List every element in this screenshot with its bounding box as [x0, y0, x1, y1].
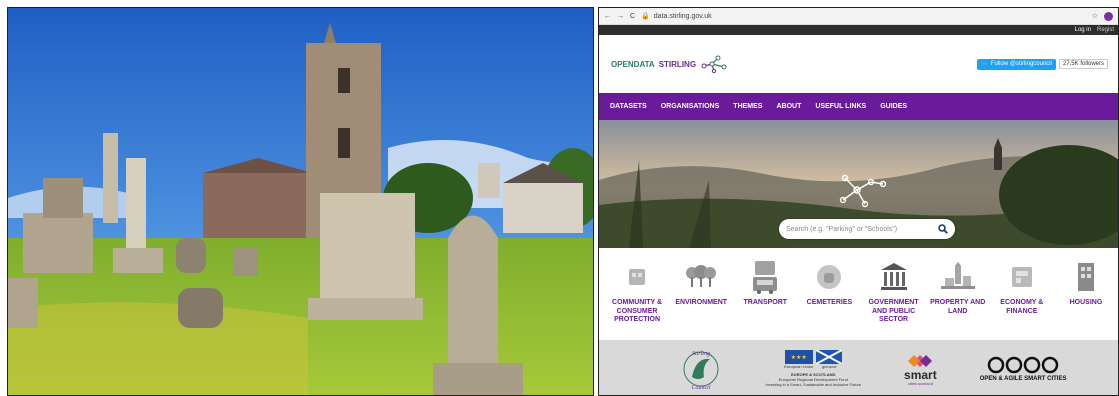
theme-label: GOVERNMENT AND PUBLIC SECTOR: [868, 299, 919, 323]
smart-label: smart: [904, 367, 937, 382]
browser-toolbar: ← → C 🔒 data.stirling.gov.uk ☆: [599, 8, 1118, 25]
theme-label: CEMETERIES: [806, 299, 853, 306]
main-nav: DATASETS ORGANISATIONS THEMES ABOUT USEF…: [599, 93, 1118, 120]
churchyard-photo: [7, 7, 594, 396]
theme-community[interactable]: COMMUNITY & CONSUMER PROTECTION: [605, 257, 669, 325]
forward-icon[interactable]: →: [617, 13, 624, 20]
smart-sub-label: cities scotland: [907, 380, 933, 386]
nav-datasets[interactable]: DATASETS: [610, 103, 647, 110]
oasc-letters-icon: [987, 356, 1059, 373]
eu-flag-icon: ★★★: [784, 350, 813, 364]
search-icon[interactable]: [938, 224, 948, 234]
smart-cities-logo[interactable]: smart cities scotland: [904, 352, 937, 386]
eu-scotland-logo[interactable]: ★★★ European Union gov.scot EUROPE & SCO…: [765, 350, 861, 387]
twitter-follow-label: Follow @stirlingcouncil: [990, 61, 1052, 67]
nav-guides[interactable]: GUIDES: [880, 103, 907, 110]
site-header: OPENDATA STIRLING 🐦 Follow @stirlingcoun…: [599, 35, 1118, 93]
theme-list: COMMUNITY & CONSUMER PROTECTION ENVIRONM…: [599, 248, 1118, 340]
eu-line-2: Investing in a Smart, Sustainable and In…: [765, 382, 862, 387]
theme-finance[interactable]: ECONOMY & FINANCE: [990, 257, 1054, 316]
svg-text:Stirling: Stirling: [692, 351, 710, 357]
nav-about[interactable]: ABOUT: [776, 103, 801, 110]
lock-icon: 🔒: [641, 13, 650, 20]
twitter-follow: 🐦 Follow @stirlingcouncil 27.5K follower…: [977, 58, 1108, 70]
theme-label: PROPERTY AND LAND: [930, 299, 986, 315]
theme-property[interactable]: PROPERTY AND LAND: [926, 257, 990, 316]
scotland-flag-icon: [816, 350, 843, 364]
theme-environment[interactable]: ENVIRONMENT: [669, 257, 733, 308]
twitter-follow-button[interactable]: 🐦 Follow @stirlingcouncil: [977, 58, 1056, 70]
government-icon: [880, 263, 907, 290]
svg-text:Council: Council: [692, 385, 711, 391]
theme-label: ECONOMY & FINANCE: [1000, 299, 1044, 315]
theme-label: TRANSPORT: [743, 299, 788, 306]
network-logo-icon: [701, 55, 727, 73]
stirling-council-logo[interactable]: Stirling Council: [680, 347, 722, 391]
finance-icon: [1011, 267, 1032, 287]
reload-icon[interactable]: C: [630, 13, 635, 20]
login-link[interactable]: Log in: [1075, 27, 1091, 33]
community-icon: [629, 269, 646, 285]
housing-icon: [1077, 263, 1094, 291]
oasc-label: OPEN & AGILE SMART CITIES: [979, 375, 1067, 382]
theme-label: ENVIRONMENT: [675, 299, 728, 306]
star-icon[interactable]: ☆: [1092, 12, 1098, 20]
partner-logos: Stirling Council ★★★ European Union gov.…: [599, 340, 1118, 395]
smart-cities-diamond-icon: [908, 354, 933, 367]
account-strip: Log in Regist: [599, 25, 1118, 35]
register-link[interactable]: Regist: [1097, 27, 1114, 33]
logo-text-opendata: OPENDATA: [611, 59, 655, 69]
follower-count: 27.5K followers: [1058, 59, 1108, 69]
address-bar[interactable]: 🔒 data.stirling.gov.uk: [641, 12, 1086, 21]
site-logo[interactable]: OPENDATA STIRLING: [611, 55, 728, 73]
theme-label: HOUSING: [1069, 299, 1103, 306]
oasc-logo[interactable]: OPEN & AGILE SMART CITIES: [979, 356, 1067, 382]
cemetery-icon: [817, 265, 842, 289]
profile-avatar[interactable]: [1104, 11, 1113, 21]
nav-useful-links[interactable]: USEFUL LINKS: [815, 103, 866, 110]
bus-icon: [753, 261, 778, 294]
twitter-bird-icon: 🐦: [981, 61, 989, 68]
hero-banner: Search (e.g. "Parking" or "Schools"): [599, 120, 1118, 248]
property-icon: [940, 262, 975, 289]
back-icon[interactable]: ←: [604, 13, 611, 20]
gov-scot-label: gov.scot: [821, 364, 837, 369]
nav-organisations[interactable]: ORGANISATIONS: [661, 103, 720, 110]
search-placeholder: Search (e.g. "Parking" or "Schools"): [786, 225, 898, 233]
theme-cemeteries[interactable]: CEMETERIES: [797, 257, 861, 308]
url-text: data.stirling.gov.uk: [653, 12, 712, 20]
trees-icon: [686, 265, 717, 287]
browser-window: ← → C 🔒 data.stirling.gov.uk ☆ Log in Re…: [598, 7, 1119, 396]
nav-themes[interactable]: THEMES: [733, 103, 762, 110]
logo-text-stirling: STIRLING: [658, 59, 697, 69]
theme-transport[interactable]: TRANSPORT: [733, 257, 797, 308]
search-input[interactable]: Search (e.g. "Parking" or "Schools"): [779, 219, 955, 239]
theme-government[interactable]: GOVERNMENT AND PUBLIC SECTOR: [862, 257, 926, 325]
theme-label: COMMUNITY & CONSUMER PROTECTION: [612, 299, 663, 323]
theme-housing[interactable]: HOUSING: [1054, 257, 1118, 308]
eu-fund-label: European Union: [784, 364, 814, 369]
